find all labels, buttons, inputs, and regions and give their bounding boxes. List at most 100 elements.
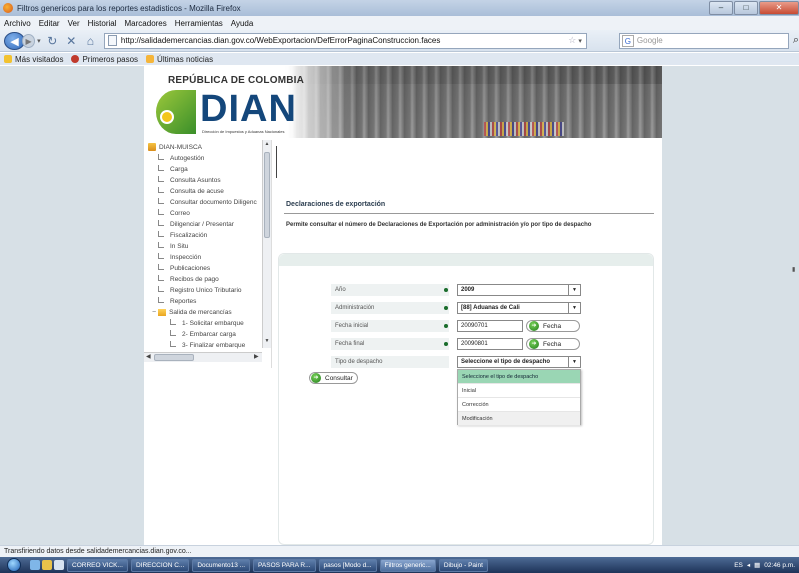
anio-select[interactable]: 2009 ▼ bbox=[457, 284, 581, 296]
volume-icon[interactable]: ◂ bbox=[747, 561, 750, 569]
task-button[interactable]: pasos [Modo d... bbox=[318, 558, 377, 572]
task-button[interactable]: Documento13 ... bbox=[192, 558, 251, 572]
menu-ver[interactable]: Ver bbox=[68, 19, 80, 28]
scroll-left-icon[interactable]: ◀ bbox=[146, 353, 151, 360]
dropdown-option[interactable]: Inicial bbox=[458, 384, 580, 398]
dropdown-option[interactable]: Seleccione el tipo de despacho bbox=[458, 370, 580, 384]
task-button[interactable]: Dibujo - Paint bbox=[438, 558, 488, 572]
search-engine-icon[interactable]: G bbox=[621, 34, 634, 47]
administracion-select[interactable]: [88] Aduanas de Cali ▼ bbox=[457, 302, 581, 314]
tree-subitem[interactable]: 1- Solicitar embarque bbox=[170, 318, 244, 328]
tree-item-label: Fiscalización bbox=[170, 231, 208, 239]
tree-root[interactable]: DIAN-MUISCA bbox=[148, 142, 202, 152]
tree-item[interactable]: Consultar documento Diligenc bbox=[158, 197, 257, 207]
consultar-button[interactable]: ➜ Consultar bbox=[309, 372, 358, 384]
tree-elbow-icon bbox=[158, 208, 164, 215]
tree-subitem[interactable]: 2- Embarcar carga bbox=[170, 329, 236, 339]
quicklaunch-icon[interactable] bbox=[54, 560, 64, 570]
scroll-thumb[interactable] bbox=[154, 354, 194, 361]
collapse-icon[interactable]: − bbox=[152, 309, 156, 316]
forward-button[interactable]: ▶ bbox=[21, 33, 36, 48]
stop-icon[interactable]: ✕ bbox=[64, 33, 79, 49]
language-indicator[interactable]: ES bbox=[734, 562, 743, 569]
task-button[interactable]: DIRECCION C... bbox=[130, 558, 190, 572]
task-button[interactable]: PASOS PARA R... bbox=[253, 558, 316, 572]
minimize-button[interactable]: – bbox=[709, 1, 733, 15]
quicklaunch-icon[interactable] bbox=[30, 560, 40, 570]
tree-elbow-icon bbox=[158, 285, 164, 292]
tree-item[interactable]: Diligenciar / Presentar bbox=[158, 219, 234, 229]
fecha-inicial-input[interactable]: 20090701 bbox=[457, 320, 523, 332]
chevron-down-icon[interactable]: ▼ bbox=[568, 285, 580, 295]
fecha-final-label: Fecha final bbox=[331, 338, 449, 350]
tree-vertical-scrollbar[interactable]: ▲ ▼ bbox=[262, 140, 271, 348]
tree-root-label: DIAN-MUISCA bbox=[159, 143, 202, 151]
navigation-toolbar: ◀ ▶ ▾ ↻ ✕ ⌂ http://salidademercancias.di… bbox=[0, 30, 799, 52]
menu-historial[interactable]: Historial bbox=[88, 19, 117, 28]
tree-subitem[interactable]: 3- Finalizar embarque bbox=[170, 340, 245, 350]
tree-item[interactable]: Consulta de acuse bbox=[158, 186, 224, 196]
start-button[interactable] bbox=[0, 557, 28, 573]
task-button-active[interactable]: Filtros generic... bbox=[379, 558, 436, 572]
tree-item[interactable]: Reportes bbox=[158, 296, 196, 306]
tree-item[interactable]: In Situ bbox=[158, 241, 188, 251]
search-box[interactable]: G Google bbox=[618, 32, 789, 49]
search-icon[interactable]: ⌕ bbox=[793, 34, 799, 47]
menu-archivo[interactable]: Archivo bbox=[4, 19, 31, 28]
scroll-thumb[interactable] bbox=[264, 152, 270, 238]
tree-item[interactable]: Correo bbox=[158, 208, 190, 218]
page-scroll-marker-icon: ▮ bbox=[792, 267, 796, 273]
tree-item[interactable]: Consulta Asuntos bbox=[158, 175, 221, 185]
chevron-down-icon[interactable]: ▼ bbox=[568, 303, 580, 313]
url-dropdown-icon[interactable]: ▾ bbox=[578, 37, 582, 45]
tree-item[interactable]: Carga bbox=[158, 164, 188, 174]
required-dot-icon bbox=[444, 306, 448, 310]
frame-divider bbox=[276, 146, 277, 178]
main-panel: Declaraciones de exportación Permite con… bbox=[276, 146, 654, 545]
fecha-inicial-button[interactable]: ➜ Fecha bbox=[526, 320, 580, 332]
address-bar[interactable]: http://salidademercancias.dian.gov.co/We… bbox=[103, 32, 587, 49]
scroll-down-icon[interactable]: ▼ bbox=[263, 338, 271, 344]
menu-marcadores[interactable]: Marcadores bbox=[125, 19, 167, 28]
bookmark-star-icon[interactable]: ☆ bbox=[568, 35, 576, 46]
tree-item[interactable]: Registro Unico Tributario bbox=[158, 285, 242, 295]
fecha-final-button[interactable]: ➜ Fecha bbox=[526, 338, 580, 350]
tree-elbow-icon bbox=[158, 263, 164, 270]
fecha-final-input[interactable]: 20090801 bbox=[457, 338, 523, 350]
scroll-right-icon[interactable]: ▶ bbox=[254, 353, 259, 360]
task-button[interactable]: CORREO VICK... bbox=[67, 558, 128, 572]
reload-icon[interactable]: ↻ bbox=[45, 33, 60, 49]
tree-horizontal-scrollbar[interactable]: ◀ ▶ bbox=[144, 352, 262, 362]
fecha-button-label: Fecha bbox=[543, 322, 562, 330]
quicklaunch-icon[interactable] bbox=[42, 560, 52, 570]
dropdown-option[interactable]: Corrección bbox=[458, 398, 580, 412]
bookmark-primeros-pasos[interactable]: Primeros pasos bbox=[71, 55, 138, 64]
chevron-down-icon[interactable]: ▼ bbox=[568, 357, 580, 367]
menu-editar[interactable]: Editar bbox=[39, 19, 60, 28]
scroll-up-icon[interactable]: ▲ bbox=[263, 141, 271, 147]
home-icon[interactable]: ⌂ bbox=[83, 33, 98, 49]
tree-elbow-icon bbox=[158, 153, 164, 160]
tree-item[interactable]: Autogestión bbox=[158, 153, 204, 163]
tipo-despacho-select[interactable]: Seleccione el tipo de despacho ▼ bbox=[457, 356, 581, 368]
tree-item[interactable]: Publicaciones bbox=[158, 263, 210, 273]
tree-item[interactable]: Recibos de pago bbox=[158, 274, 219, 284]
close-button[interactable]: ✕ bbox=[759, 1, 799, 15]
tree-elbow-icon bbox=[170, 329, 176, 336]
network-icon[interactable]: ▦ bbox=[754, 561, 760, 569]
bookmark-mas-visitados[interactable]: Más visitados bbox=[4, 55, 63, 64]
menu-ayuda[interactable]: Ayuda bbox=[231, 19, 254, 28]
page-title: Declaraciones de exportación bbox=[286, 201, 386, 208]
menu-tree: DIAN-MUISCA Autogestión Carga Consulta A… bbox=[144, 140, 272, 368]
tree-folder-salida[interactable]: − Salida de mercancías bbox=[152, 307, 232, 317]
bookmark-ultimas-noticias[interactable]: Últimas noticias bbox=[146, 55, 213, 64]
dropdown-option[interactable]: Modificación bbox=[458, 412, 580, 426]
maximize-button[interactable]: □ bbox=[734, 1, 758, 15]
tree-item[interactable]: Fiscalización bbox=[158, 230, 207, 240]
tree-item[interactable]: Inspección bbox=[158, 252, 201, 262]
filter-form: Año 2009 ▼ Administración [88] Aduanas d… bbox=[278, 253, 654, 545]
clock[interactable]: 02:46 p.m. bbox=[764, 562, 795, 569]
history-dropdown-icon[interactable]: ▾ bbox=[37, 37, 41, 45]
menu-herramientas[interactable]: Herramientas bbox=[175, 19, 223, 28]
window-controls: – □ ✕ bbox=[708, 0, 799, 16]
